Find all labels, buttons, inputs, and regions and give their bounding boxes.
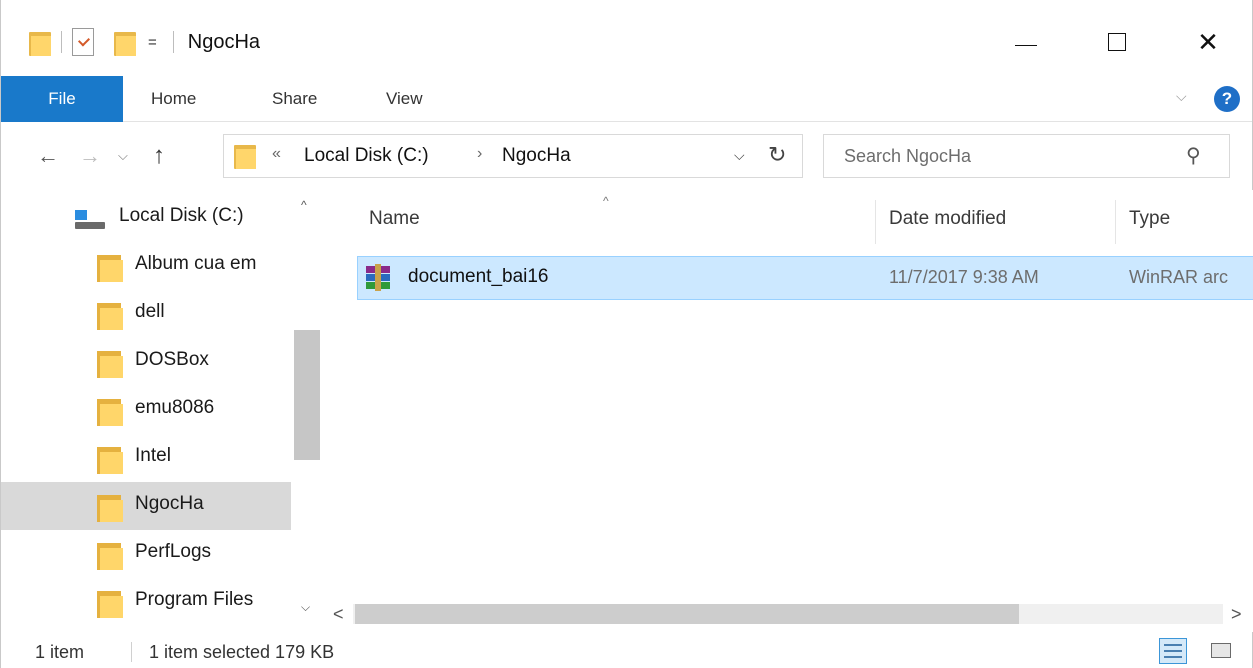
tab-share[interactable]: Share <box>272 76 317 122</box>
scroll-up-icon[interactable]: ^ <box>301 198 307 212</box>
tab-file[interactable]: File <box>1 76 123 122</box>
expand-ribbon-icon[interactable]: ⌵ <box>1176 88 1187 105</box>
recent-locations-button[interactable]: ⌵ <box>118 138 128 174</box>
nav-item-label: Intel <box>135 445 171 466</box>
nav-item-label: emu8086 <box>135 397 215 418</box>
breadcrumb-ngocha[interactable]: NgocHa <box>502 145 571 167</box>
breadcrumb-separator-icon[interactable]: › <box>477 145 482 163</box>
nav-item-label: NgocHa <box>135 493 204 514</box>
nav-scroll-thumb[interactable] <box>294 330 320 460</box>
nav-item-album-cua-em[interactable]: Album cua em <box>1 242 291 290</box>
tab-home[interactable]: Home <box>151 76 196 122</box>
properties-icon[interactable] <box>72 28 94 56</box>
folder-icon <box>234 141 256 169</box>
details-view-icon[interactable] <box>1159 638 1187 664</box>
file-name: document_bai16 <box>408 266 549 287</box>
back-button[interactable]: ← <box>37 138 59 174</box>
maximize-icon <box>1108 33 1126 51</box>
folder-icon <box>97 396 123 426</box>
navigation-pane: Local Disk (C:) Album cua em dell DOSBox… <box>1 190 323 632</box>
scroll-left-icon[interactable]: < <box>333 604 344 625</box>
folder-icon <box>97 348 123 378</box>
explorer-window: = NgocHa ✕ File Home Share View ⌵ ? ← → … <box>0 0 1253 668</box>
forward-button[interactable]: → <box>79 138 101 174</box>
nav-item-label: Program Files <box>135 589 254 610</box>
close-button[interactable]: ✕ <box>1188 22 1228 62</box>
drive-icon <box>75 210 105 230</box>
nav-item-label: DOSBox <box>135 349 209 370</box>
nav-item-perflogs[interactable]: PerfLogs <box>1 530 291 578</box>
file-type: WinRAR arc <box>1129 267 1229 287</box>
sort-ascending-icon: ^ <box>603 194 609 208</box>
folder-icon <box>97 444 123 474</box>
nav-item-dell[interactable]: dell <box>1 290 291 338</box>
nav-scrollbar[interactable]: ^ ⌵ <box>291 190 323 632</box>
column-header-type[interactable]: Type <box>1129 208 1170 230</box>
nav-item-program-files[interactable]: Program Files <box>1 578 291 626</box>
overflow-icon[interactable]: « <box>272 145 281 163</box>
toolbar-separator <box>172 31 174 53</box>
folder-icon <box>29 28 51 56</box>
nav-item-dosbox[interactable]: DOSBox <box>1 338 291 386</box>
folder-icon <box>97 252 123 282</box>
large-icons-view-icon[interactable] <box>1207 638 1235 664</box>
search-icon[interactable]: ⚲ <box>1186 143 1201 168</box>
breadcrumb-local-disk[interactable]: Local Disk (C:) <box>304 145 429 167</box>
folder-icon <box>97 492 123 522</box>
minimize-button[interactable] <box>1006 22 1046 62</box>
search-input[interactable]: Search NgocHa ⚲ <box>823 134 1230 178</box>
help-icon[interactable]: ? <box>1214 86 1240 112</box>
nav-item-label: dell <box>135 301 165 322</box>
column-divider[interactable] <box>875 200 876 244</box>
selection-info: 1 item selected 179 KB <box>149 642 335 662</box>
ribbon-tabs: File Home Share View ⌵ ? <box>1 76 1252 122</box>
nav-item-emu8086[interactable]: emu8086 <box>1 386 291 434</box>
address-bar[interactable]: « Local Disk (C:) › NgocHa ⌵ ↻ <box>223 134 803 178</box>
folder-icon <box>97 588 123 618</box>
folder-icon <box>97 300 123 330</box>
item-count: 1 item <box>35 642 85 662</box>
customize-qat-button[interactable]: = <box>148 34 157 51</box>
column-header-name[interactable]: Name <box>369 208 420 230</box>
scroll-right-icon[interactable]: > <box>1231 604 1242 625</box>
window-title: NgocHa <box>187 30 261 53</box>
toolbar-separator <box>61 31 62 53</box>
nav-item-local-disk[interactable]: Local Disk (C:) <box>1 194 291 242</box>
horizontal-scrollbar[interactable]: < > <box>323 596 1253 632</box>
status-separator <box>131 642 132 662</box>
nav-item-label: PerfLogs <box>135 541 212 562</box>
column-divider[interactable] <box>1115 200 1116 244</box>
address-dropdown-icon[interactable]: ⌵ <box>734 147 745 164</box>
nav-item-ngocha[interactable]: NgocHa <box>1 482 291 530</box>
scroll-thumb[interactable] <box>355 604 1019 624</box>
column-header-date-modified[interactable]: Date modified <box>889 208 1006 230</box>
minimize-icon <box>1015 44 1037 46</box>
status-bar: 1 item 1 item selected 179 KB <box>1 634 1252 668</box>
folder-icon <box>97 540 123 570</box>
nav-item-label: Album cua em <box>135 253 257 274</box>
quick-access-toolbar: = NgocHa <box>29 22 260 62</box>
up-button[interactable]: ↑ <box>153 138 165 174</box>
file-list: ^ Name Date modified Type document_bai16… <box>323 190 1253 632</box>
nav-item-intel[interactable]: Intel <box>1 434 291 482</box>
tab-view[interactable]: View <box>386 76 423 122</box>
nav-item-label: Local Disk (C:) <box>119 205 244 226</box>
file-date-modified: 11/7/2017 9:38 AM <box>889 267 1039 287</box>
search-placeholder: Search NgocHa <box>844 146 972 166</box>
maximize-button[interactable] <box>1097 22 1137 62</box>
file-row-document-bai16[interactable]: document_bai16 11/7/2017 9:38 AM WinRAR … <box>357 256 1253 300</box>
refresh-icon[interactable]: ↻ <box>768 142 786 168</box>
scroll-down-icon[interactable]: ⌵ <box>301 600 310 615</box>
winrar-archive-icon <box>366 264 392 292</box>
close-icon: ✕ <box>1197 26 1219 57</box>
new-folder-icon[interactable] <box>114 28 136 56</box>
title-bar: = NgocHa ✕ <box>1 0 1252 76</box>
address-row: ← → ⌵ ↑ « Local Disk (C:) › NgocHa ⌵ ↻ S… <box>1 128 1252 186</box>
